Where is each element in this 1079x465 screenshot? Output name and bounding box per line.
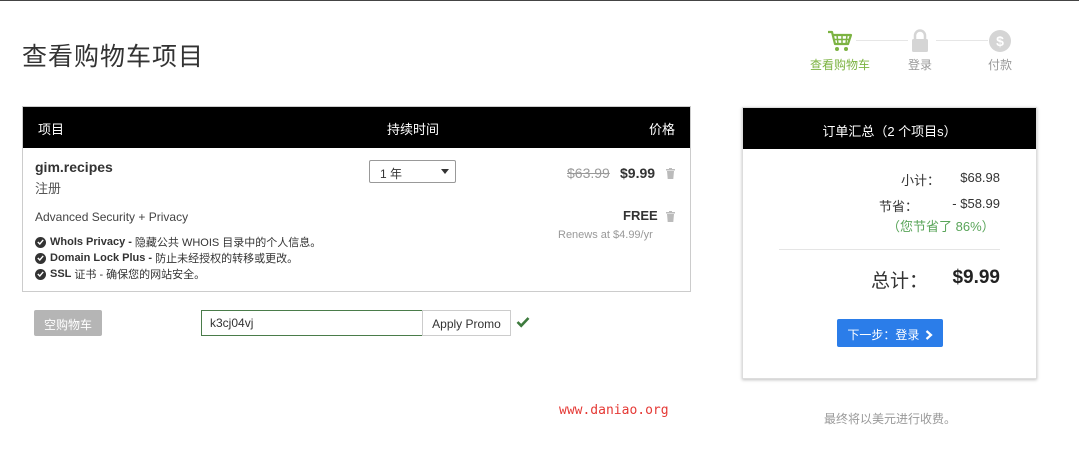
apply-promo-button[interactable]: Apply Promo [422, 310, 511, 336]
check-circle-icon [35, 268, 46, 280]
step-label: 查看购物车 [809, 58, 870, 72]
check-circle-icon [35, 252, 46, 264]
svg-text:$: $ [996, 33, 1004, 49]
feature-item: Domain Lock Plus - 防止未经授权的转移或更改。 [35, 250, 298, 266]
chevron-right-icon [925, 330, 933, 340]
header-item: 项目 [38, 122, 65, 137]
top-border [0, 0, 1079, 1]
chevron-down-icon [441, 169, 449, 174]
feature-desc: 隐藏公共 WHOIS 目录中的个人信息。 [134, 237, 322, 249]
check-circle-icon [35, 236, 46, 248]
savings-label: 节省： [879, 199, 919, 214]
feature-name: SSL [50, 268, 72, 280]
addon-title: Advanced Security + Privacy [35, 210, 189, 224]
order-summary: 订单汇总（2 个项目s） 小计： $68.98 节省： - $58.99 （您节… [742, 107, 1037, 379]
subtotal-value: $68.98 [960, 170, 1000, 185]
next-button-label: 下一步：登录 [847, 328, 920, 342]
step-payment: $ 付款 [960, 28, 1040, 73]
watermark-text: www.daniao.org [559, 403, 669, 418]
item-price: $9.99 [620, 165, 656, 181]
cart-icon [800, 28, 880, 54]
step-label: 登录 [907, 58, 932, 72]
original-price: $63.99 [567, 165, 610, 181]
check-icon [516, 315, 530, 333]
summary-divider [779, 249, 1000, 250]
header-price: 价格 [648, 122, 675, 137]
domain-name: gim.recipes [35, 159, 113, 175]
currency-note: 最终将以美元进行收费。 [824, 412, 957, 426]
feature-item: WhoIs Privacy - 隐藏公共 WHOIS 目录中的个人信息。 [35, 234, 321, 250]
duration-select[interactable]: 1 年 [369, 160, 456, 183]
cart-header: 项目 持续时间 价格 [23, 107, 690, 148]
renewal-price: Renews at $4.99/yr [558, 229, 653, 241]
savings-percent: （您节省了 86%） [887, 219, 995, 234]
header-duration: 持续时间 [387, 122, 440, 137]
dollar-icon: $ [960, 28, 1040, 54]
subtotal-label: 小计： [901, 173, 941, 188]
step-view-cart: 查看购物车 [800, 28, 880, 73]
feature-desc: 防止未经授权的转移或更改。 [155, 253, 299, 265]
duration-value: 1 年 [380, 167, 403, 181]
feature-item: SSL 证书 - 确保您的网站安全。 [35, 266, 205, 282]
feature-desc: 证书 - 确保您的网站安全。 [74, 269, 206, 281]
feature-name: Domain Lock Plus - [50, 252, 153, 264]
trash-icon[interactable] [666, 166, 675, 179]
addon-price: FREE [623, 208, 658, 223]
next-login-button[interactable]: 下一步：登录 [837, 319, 943, 347]
item-type: 注册 [35, 181, 62, 196]
checkout-steps: 查看购物车 登录 $ 付款 [800, 28, 1040, 78]
lock-icon [880, 28, 960, 54]
page-title: 查看购物车项目 [22, 43, 205, 71]
total-label: 总计： [871, 271, 929, 292]
promo-code-input[interactable] [201, 310, 423, 336]
trash-icon[interactable] [666, 209, 675, 222]
empty-cart-button[interactable]: 空购物车 [34, 310, 102, 336]
cart-table: 项目 持续时间 价格 gim.recipes 注册 1 年 $63.99 $9.… [22, 106, 691, 292]
summary-title: 订单汇总（2 个项目s） [743, 108, 1036, 149]
step-login: 登录 [880, 28, 960, 73]
feature-name: WhoIs Privacy - [50, 236, 132, 248]
step-label: 付款 [987, 58, 1012, 72]
savings-value: - $58.99 [952, 196, 1000, 211]
total-value: $9.99 [952, 267, 1000, 288]
